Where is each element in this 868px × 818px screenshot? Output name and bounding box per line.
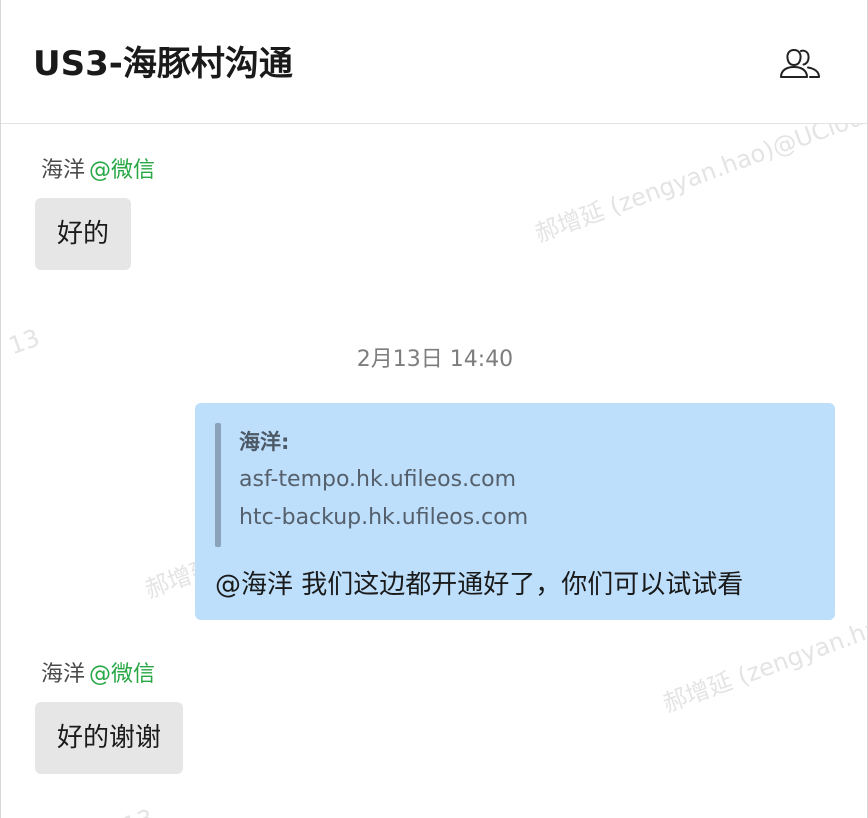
watermark-text: 郝增延 (zengyan.hao)@UCloud xyxy=(531,124,868,248)
incoming-message-bubble[interactable]: 好的谢谢 xyxy=(35,702,184,774)
quote-bar xyxy=(215,423,221,547)
quote-line: asf-tempo.hk.ufileos.com xyxy=(239,467,517,492)
sender-name: 海洋 xyxy=(41,158,86,183)
chat-title: US3-海豚村沟通 xyxy=(33,44,293,84)
message-sender: 海洋 @微信 xyxy=(41,156,155,186)
watermark-fragment: 13 xyxy=(119,804,157,818)
members-icon[interactable] xyxy=(779,42,821,84)
reply-text: @海洋 我们这边都开通好了，你们可以试试看 xyxy=(215,570,744,600)
quote-author: 海洋: xyxy=(239,430,290,454)
chat-window: US3-海豚村沟通 郝增延 (zengyan.hao)@UCloud 郝增延 (… xyxy=(0,0,868,818)
quote-line: htc-backup.hk.ufileos.com xyxy=(239,505,529,530)
message-timestamp: 2月13日 14:40 xyxy=(356,347,514,372)
chat-header: US3-海豚村沟通 xyxy=(1,0,867,124)
incoming-message-bubble[interactable]: 好的 xyxy=(35,198,132,270)
message-sender: 海洋 @微信 xyxy=(41,660,155,690)
sender-source-tag: @微信 xyxy=(89,158,156,183)
sender-source-tag: @微信 xyxy=(89,662,156,687)
sender-name: 海洋 xyxy=(41,662,86,687)
outgoing-message-bubble[interactable]: 海洋: asf-tempo.hk.ufileos.com htc-backup.… xyxy=(195,403,835,620)
